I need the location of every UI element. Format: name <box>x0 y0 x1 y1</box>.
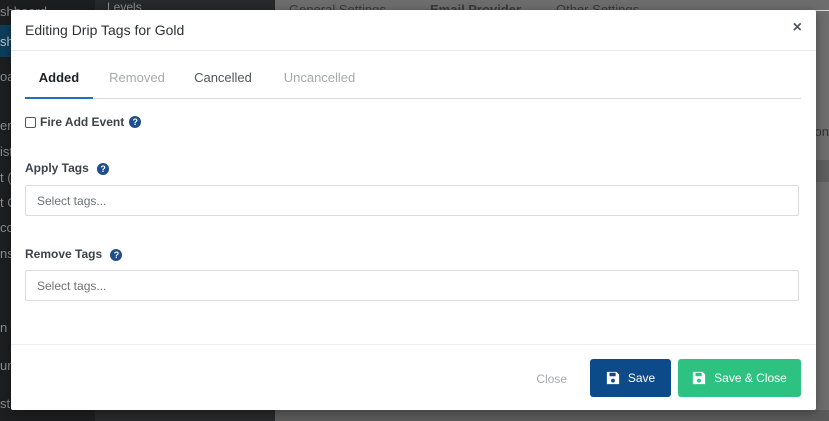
save-button-label: Save <box>627 371 656 385</box>
tab-uncancelled[interactable]: Uncancelled <box>280 70 359 97</box>
close-button[interactable]: Close <box>536 372 567 386</box>
floppy-disk-icon <box>693 371 706 385</box>
tab-cancelled[interactable]: Cancelled <box>191 70 255 97</box>
edit-drip-tags-modal: Editing Drip Tags for Gold × Added Remov… <box>11 10 816 410</box>
remove-tags-input[interactable] <box>25 270 799 301</box>
remove-tags-label: Remove Tags <box>25 247 103 261</box>
save-and-close-button[interactable]: Save & Close <box>678 359 801 397</box>
help-icon[interactable]: ? <box>97 162 110 175</box>
help-icon[interactable]: ? <box>110 248 123 261</box>
apply-tags-label: Apply Tags <box>25 161 89 175</box>
tab-removed[interactable]: Removed <box>107 70 167 97</box>
tab-added[interactable]: Added <box>25 70 93 99</box>
settings-text-fragment: on <box>814 124 829 139</box>
fire-add-event-checkbox[interactable] <box>25 116 36 128</box>
fire-add-event-label[interactable]: Fire Add Event <box>40 115 124 129</box>
modal-title: Editing Drip Tags for Gold <box>25 22 185 38</box>
admin-sidebar-item: st <box>0 396 11 411</box>
tag-event-tabs: Added Removed Cancelled Uncancelled <box>25 70 801 99</box>
apply-tags-label-row: Apply Tags ? <box>25 161 110 175</box>
apply-tags-input[interactable] <box>25 185 799 216</box>
floppy-disk-icon <box>606 371 619 385</box>
save-and-close-button-label: Save & Close <box>714 371 787 385</box>
save-button[interactable]: Save <box>590 359 671 397</box>
close-icon[interactable]: × <box>793 19 802 37</box>
help-icon[interactable]: ? <box>129 116 142 128</box>
remove-tags-label-row: Remove Tags ? <box>25 247 123 261</box>
modal-header: Editing Drip Tags for Gold × <box>11 10 816 51</box>
admin-sidebar-item: t ( <box>0 170 12 185</box>
modal-footer: Close Save Save & Close <box>11 344 816 410</box>
settings-footer-bar <box>275 410 829 421</box>
fire-add-event-row: Fire Add Event ? <box>25 114 142 130</box>
